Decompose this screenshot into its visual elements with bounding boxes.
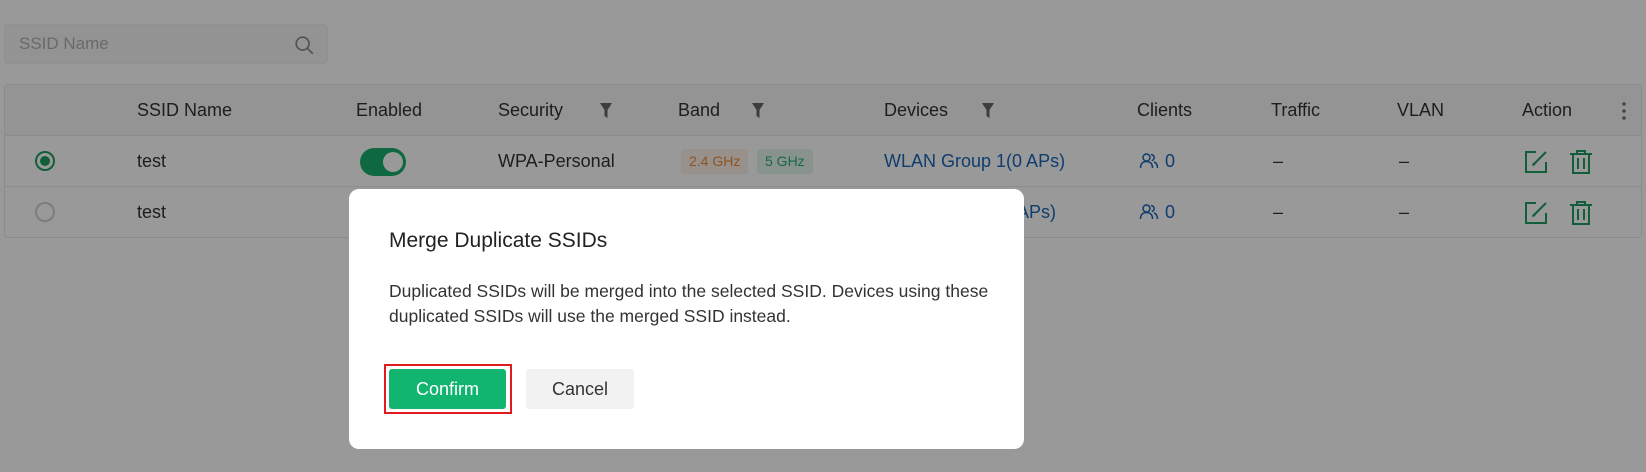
- merge-ssid-dialog: Merge Duplicate SSIDs Duplicated SSIDs w…: [349, 189, 1024, 449]
- cancel-button[interactable]: Cancel: [526, 369, 634, 409]
- dialog-message: Duplicated SSIDs will be merged into the…: [389, 281, 989, 326]
- confirm-highlight-box: [384, 364, 512, 414]
- dialog-title: Merge Duplicate SSIDs: [389, 229, 608, 252]
- ssid-page: SSID Name Enabled Security Band Devices …: [0, 0, 1646, 472]
